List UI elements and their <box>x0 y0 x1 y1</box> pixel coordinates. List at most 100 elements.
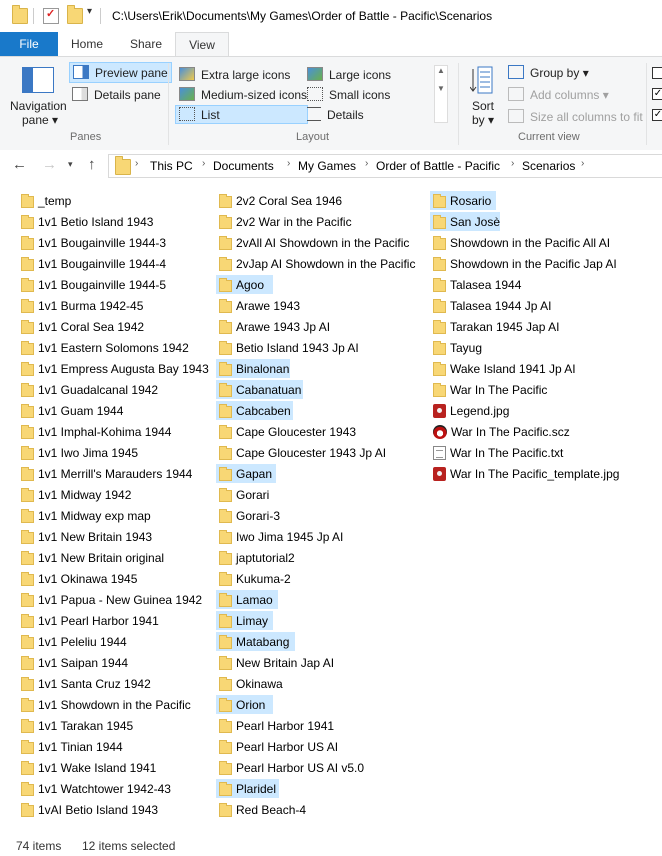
folder-item[interactable]: 1v1 Burma 1942-45 <box>18 296 143 315</box>
folder-item[interactable]: 1v1 Saipan 1944 <box>18 653 128 672</box>
chevron-right-icon[interactable]: › <box>202 158 205 169</box>
chevron-right-icon[interactable]: › <box>135 158 138 169</box>
hidden-items-checkbox[interactable]: ✓ <box>652 109 662 121</box>
folder-item[interactable]: Gorari <box>216 485 269 504</box>
folder-item[interactable]: 1v1 Imphal-Kohima 1944 <box>18 422 171 441</box>
file-item[interactable]: War In The Pacific.txt <box>430 443 563 462</box>
folder-item[interactable]: Cape Gloucester 1943 <box>216 422 356 441</box>
recent-locations-icon[interactable]: ▾ <box>68 159 73 170</box>
breadcrumb-documents[interactable]: Documents <box>213 159 274 173</box>
folder-item[interactable]: Iwo Jima 1945 Jp AI <box>216 527 343 546</box>
group-by-button[interactable]: Group by ▾ <box>508 65 589 80</box>
folder-item[interactable]: 1v1 Midway exp map <box>18 506 151 525</box>
folder-item[interactable]: 1vAI Betio Island 1943 <box>18 800 158 819</box>
folder-item[interactable]: 1v1 Empress Augusta Bay 1943 <box>18 359 209 378</box>
chevron-right-icon[interactable]: › <box>365 158 368 169</box>
folder-item[interactable]: 1v1 Iwo Jima 1945 <box>18 443 138 462</box>
forward-arrow-icon[interactable]: → <box>42 156 57 173</box>
folder-item[interactable]: Plaridel <box>216 779 279 798</box>
folder-item[interactable]: Agoo <box>216 275 273 294</box>
folder-item[interactable]: Showdown in the Pacific Jap AI <box>430 254 617 273</box>
folder-item[interactable]: Talasea 1944 <box>430 275 521 294</box>
file-item[interactable]: War In The Pacific_template.jpg <box>430 464 619 483</box>
folder-item[interactable]: 1v1 Wake Island 1941 <box>18 758 156 777</box>
folder-item[interactable]: Cabanatuan <box>216 380 303 399</box>
folder-item[interactable]: Gorari-3 <box>216 506 280 525</box>
chevron-right-icon[interactable]: › <box>581 158 584 169</box>
folder-item[interactable]: Binalonan <box>216 359 290 378</box>
folder-item[interactable]: Tayug <box>430 338 482 357</box>
list-view-button[interactable]: List <box>175 105 308 124</box>
tab-view[interactable]: View <box>175 32 229 57</box>
large-icons-button[interactable]: Large icons <box>307 67 391 82</box>
folder-item[interactable]: 2vJap AI Showdown in the Pacific <box>216 254 415 273</box>
folder-item[interactable]: 1v1 Showdown in the Pacific <box>18 695 191 714</box>
folder-item[interactable]: San Josè <box>430 212 500 231</box>
add-columns-button[interactable]: Add columns ▾ <box>508 87 609 102</box>
folder-item[interactable]: Kukuma-2 <box>216 569 291 588</box>
folder-item[interactable]: 1v1 Guam 1944 <box>18 401 123 420</box>
file-item[interactable]: Legend.jpg <box>430 401 509 420</box>
folder-item[interactable]: Arawe 1943 Jp AI <box>216 317 330 336</box>
folder-item[interactable]: japtutorial2 <box>216 548 295 567</box>
folder-item[interactable]: 1v1 Coral Sea 1942 <box>18 317 144 336</box>
folder-item[interactable]: Cabcaben <box>216 401 293 420</box>
folder-item[interactable]: Lamao <box>216 590 278 609</box>
extra-large-icons-button[interactable]: Extra large icons <box>179 67 290 82</box>
folder-item[interactable]: 1v1 Guadalcanal 1942 <box>18 380 158 399</box>
folder-item[interactable]: Pearl Harbor US AI <box>216 737 338 756</box>
folder-icon[interactable] <box>12 5 28 24</box>
folder-item[interactable]: 1v1 Merrill's Marauders 1944 <box>18 464 192 483</box>
tab-home[interactable]: Home <box>62 32 112 56</box>
chevron-right-icon[interactable]: › <box>287 158 290 169</box>
folder-item[interactable]: 1v1 Bougainville 1944-3 <box>18 233 166 252</box>
folder-item[interactable]: New Britain Jap AI <box>216 653 334 672</box>
folder-item[interactable]: War In The Pacific <box>430 380 547 399</box>
folder-item[interactable]: Limay <box>216 611 273 630</box>
up-arrow-icon[interactable]: ↑ <box>88 156 96 173</box>
folder-item[interactable]: _temp <box>18 191 71 210</box>
folder-item[interactable]: 1v1 Papua - New Guinea 1942 <box>18 590 202 609</box>
file-item[interactable]: War In The Pacific.scz <box>430 422 570 441</box>
folder-item[interactable]: Showdown in the Pacific All AI <box>430 233 610 252</box>
new-folder-icon[interactable] <box>67 5 83 24</box>
folder-item[interactable]: 1v1 New Britain 1943 <box>18 527 152 546</box>
folder-item[interactable]: 1v1 Betio Island 1943 <box>18 212 153 231</box>
folder-item[interactable]: Wake Island 1941 Jp AI <box>430 359 576 378</box>
chevron-right-icon[interactable]: › <box>511 158 514 169</box>
folder-item[interactable]: Arawe 1943 <box>216 296 300 315</box>
folder-item[interactable]: 1v1 Peleliu 1944 <box>18 632 127 651</box>
folder-item[interactable]: Gapan <box>216 464 276 483</box>
folder-item[interactable]: Okinawa <box>216 674 283 693</box>
folder-item[interactable]: 1v1 Bougainville 1944-5 <box>18 275 166 294</box>
folder-item[interactable]: Pearl Harbor 1941 <box>216 716 334 735</box>
breadcrumb-order-of-battle[interactable]: Order of Battle - Pacific <box>376 159 500 173</box>
folder-item[interactable]: 1v1 Okinawa 1945 <box>18 569 137 588</box>
folder-item[interactable]: 1v1 Santa Cruz 1942 <box>18 674 151 693</box>
folder-item[interactable]: 1v1 New Britain original <box>18 548 164 567</box>
breadcrumb-scenarios[interactable]: Scenarios <box>522 159 575 173</box>
layout-gallery-scroll[interactable]: ▲ ▼ <box>434 65 448 123</box>
folder-item[interactable]: Orion <box>216 695 273 714</box>
folder-item[interactable]: 2vAll AI Showdown in the Pacific <box>216 233 409 252</box>
customize-toolbar-icon[interactable]: ▾ <box>87 6 92 17</box>
preview-pane-button[interactable]: Preview pane <box>69 62 172 83</box>
folder-item[interactable]: Cape Gloucester 1943 Jp AI <box>216 443 386 462</box>
folder-item[interactable]: 1v1 Pearl Harbor 1941 <box>18 611 159 630</box>
folder-item[interactable]: 1v1 Tinian 1944 <box>18 737 123 756</box>
folder-item[interactable]: Talasea 1944 Jp AI <box>430 296 551 315</box>
small-icons-button[interactable]: Small icons <box>307 87 390 102</box>
folder-item[interactable]: Betio Island 1943 Jp AI <box>216 338 359 357</box>
back-arrow-icon[interactable]: ← <box>12 156 27 173</box>
size-columns-button[interactable]: Size all columns to fit <box>508 109 643 124</box>
folder-item[interactable]: 1v1 Midway 1942 <box>18 485 131 504</box>
folder-item[interactable]: Pearl Harbor US AI v5.0 <box>216 758 364 777</box>
details-pane-button[interactable]: Details pane <box>72 87 161 102</box>
folder-item[interactable]: Tarakan 1945 Jap AI <box>430 317 559 336</box>
details-view-button[interactable]: Details <box>307 107 364 122</box>
medium-icons-button[interactable]: Medium-sized icons <box>179 87 307 102</box>
folder-item[interactable]: Matabang <box>216 632 295 651</box>
folder-item[interactable]: 1v1 Bougainville 1944-4 <box>18 254 166 273</box>
folder-item[interactable]: 1v1 Eastern Solomons 1942 <box>18 338 189 357</box>
folder-item[interactable]: Red Beach-4 <box>216 800 306 819</box>
